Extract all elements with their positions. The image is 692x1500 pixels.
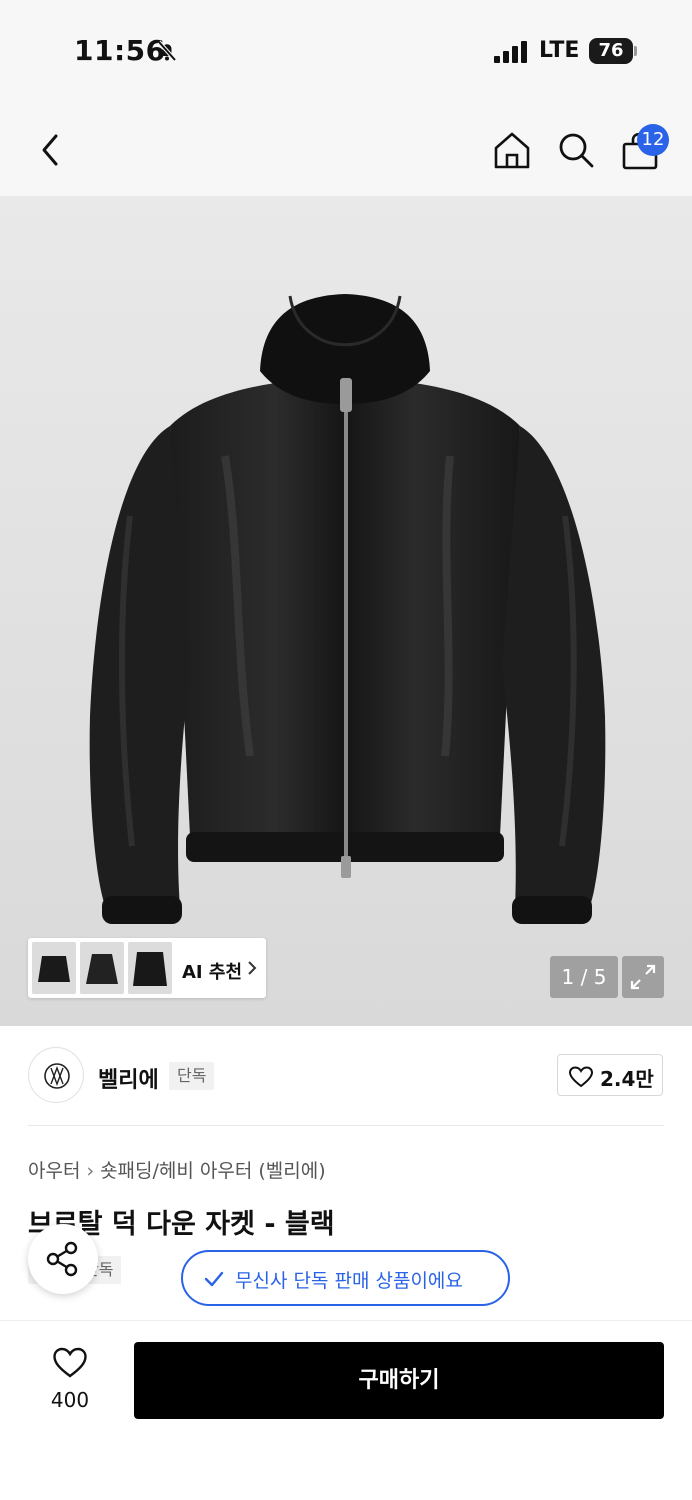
share-button[interactable] [28,1224,98,1294]
breadcrumb-item-category[interactable]: 숏패딩/헤비 아우터 (벨리에) [100,1160,326,1182]
product-like-button[interactable]: 400 [36,1344,104,1420]
toast-message: 무신사 단독 판매 상품이에요 [235,1270,463,1292]
check-icon [204,1271,224,1287]
home-icon[interactable] [492,130,532,170]
ai-thumb-2 [80,942,124,994]
top-nav [0,100,692,196]
network-type: LTE [539,38,580,63]
chevron-right-icon [248,961,257,975]
ai-thumb-1 [32,942,76,994]
heart-icon [568,1066,594,1088]
exclusive-toast: 무신사 단독 판매 상품이에요 [181,1250,510,1306]
breadcrumb: 아우터 › 숏패딩/헤비 아우터 (벨리에) [28,1156,326,1183]
breadcrumb-item-outer[interactable]: 아우터 [28,1160,80,1182]
chevron-right-icon: › [86,1160,95,1182]
back-icon[interactable] [36,130,64,170]
cart-count-badge: 12 [637,124,669,156]
divider [28,1125,664,1126]
product-image[interactable] [0,196,692,1026]
image-page-counter: 1 / 5 [550,956,618,998]
search-icon[interactable] [556,130,596,170]
brand-like-count: 2.4만 [600,1067,654,1091]
bell-off-icon [157,40,177,62]
product-like-count: 400 [50,1388,90,1412]
jacket-image [89,294,606,924]
status-time: 11:56 [74,34,166,67]
status-bar: 11:56 LTE 76 [0,0,692,100]
brand-logo-mark [44,1063,70,1089]
expand-icon [630,964,656,990]
battery-indicator: 76 [589,38,633,64]
ai-recommend-chip[interactable]: AI 추천 [28,938,266,998]
ai-recommend-label: AI 추천 [182,962,243,983]
battery-tip [634,46,637,56]
expand-button[interactable] [622,956,664,998]
ai-thumb-3 [128,942,172,994]
heart-icon [53,1347,87,1378]
brand-logo[interactable] [28,1047,84,1103]
brand-name[interactable]: 벨리에 [98,1062,159,1094]
buy-button[interactable]: 구매하기 [134,1342,664,1419]
exclusive-tag: 단독 [169,1062,215,1090]
signal-icon [494,41,527,63]
brand-like-button[interactable]: 2.4만 [557,1054,663,1096]
share-icon [46,1241,78,1277]
